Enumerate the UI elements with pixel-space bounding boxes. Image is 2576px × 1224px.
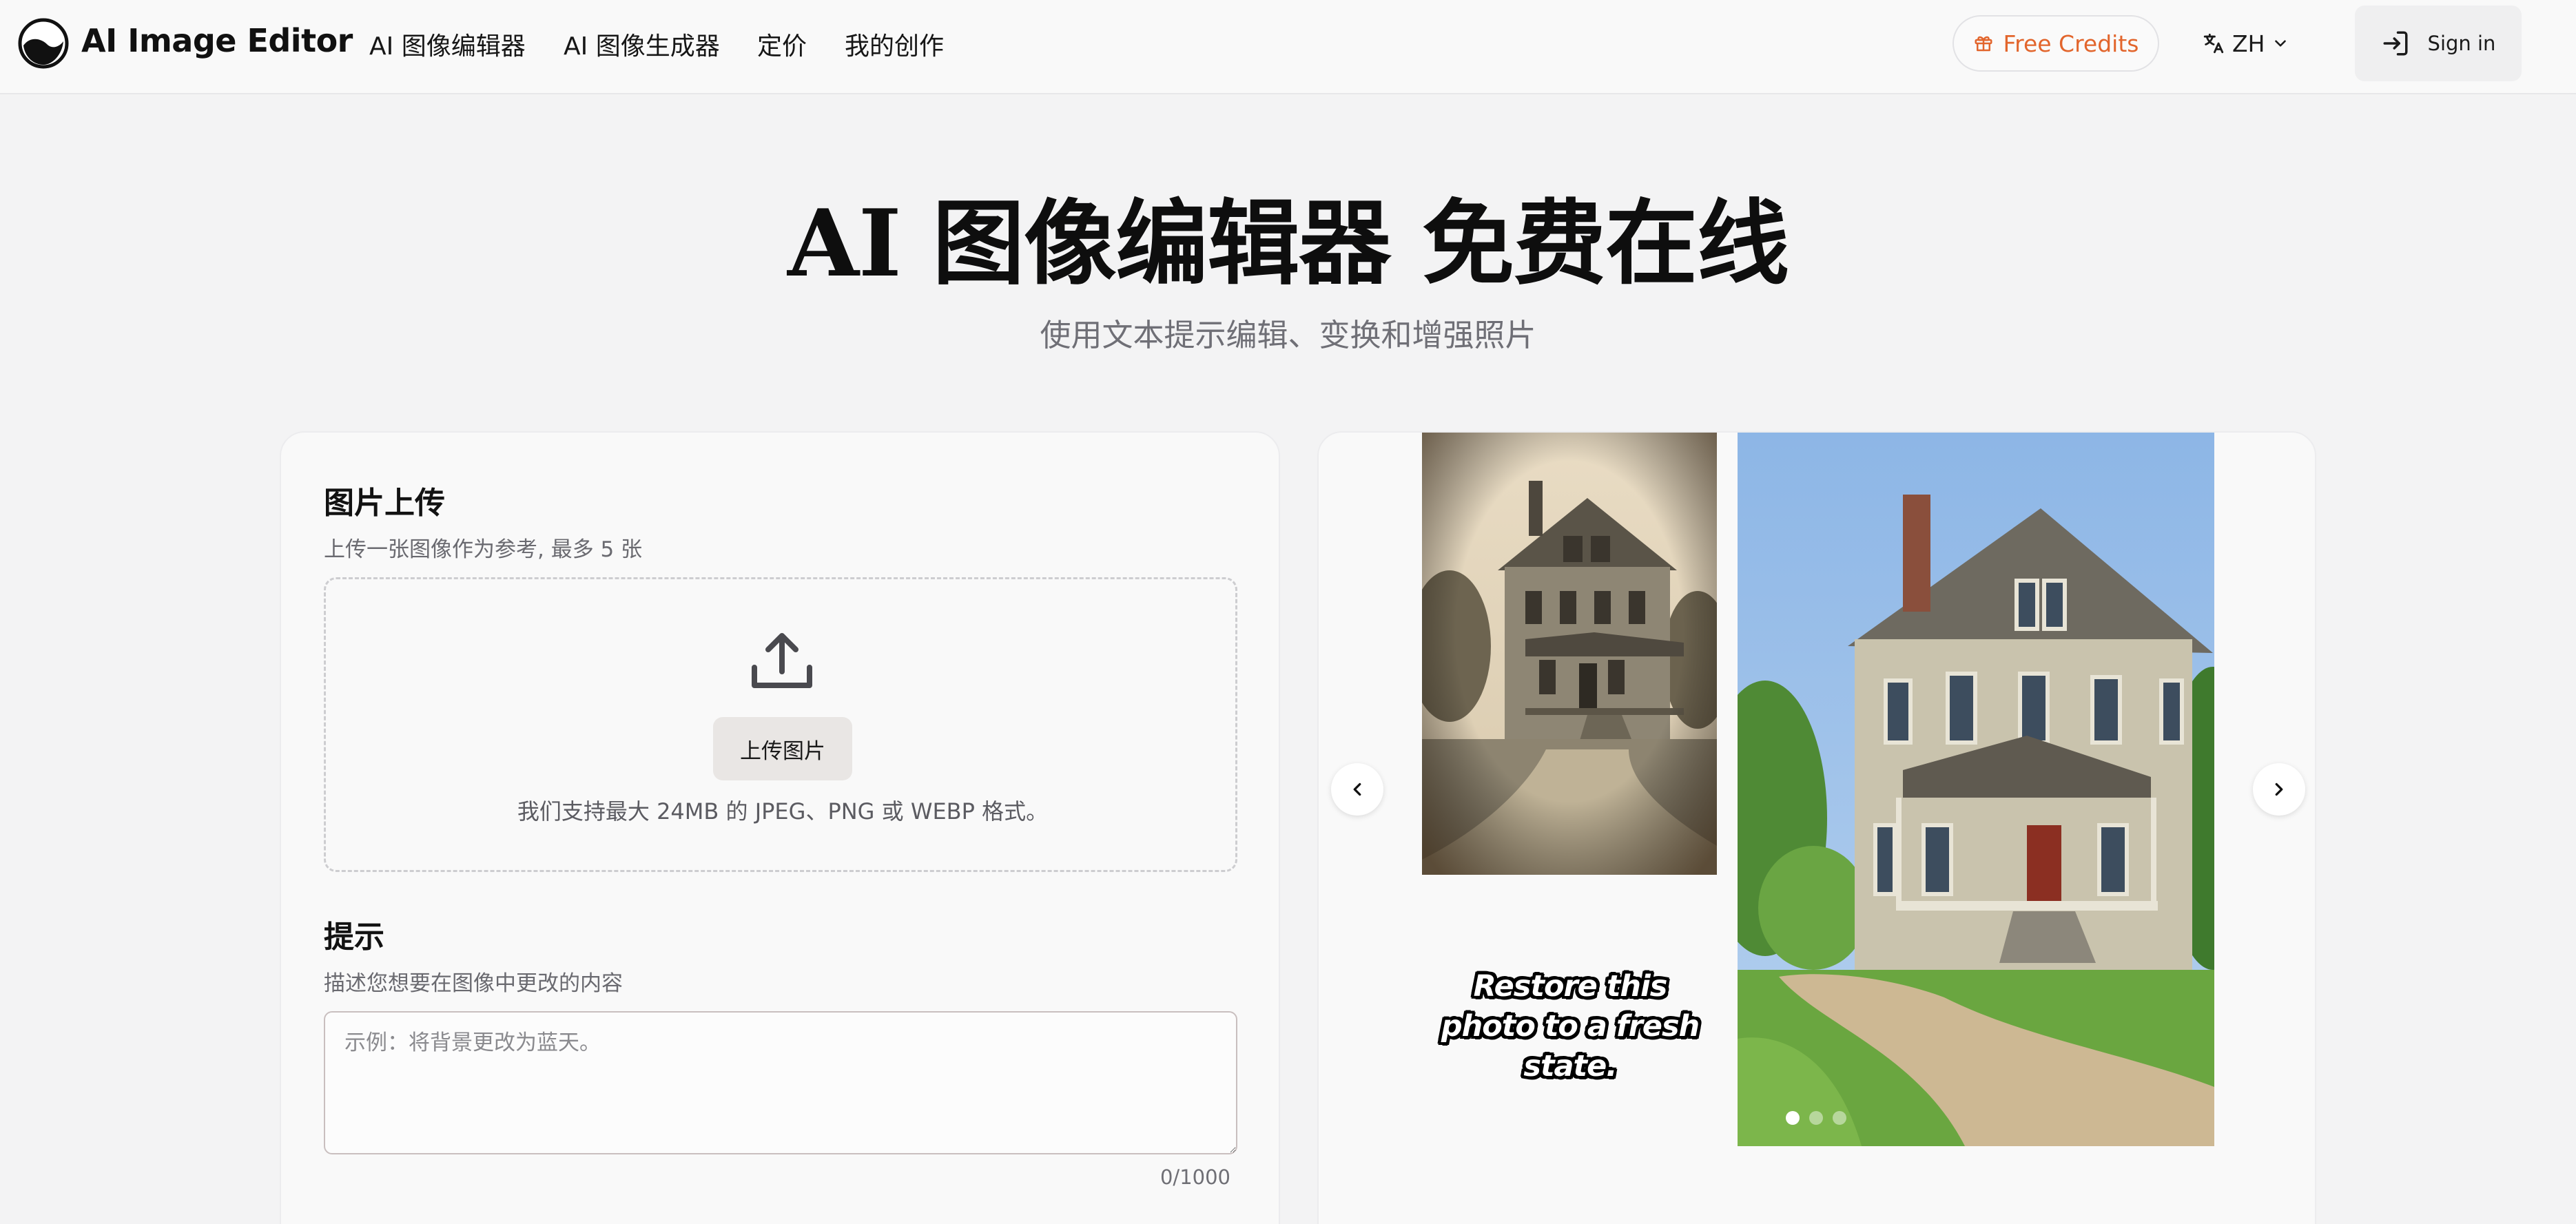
page-subtitle: 使用文本提示编辑、变换和增强照片	[1040, 317, 1536, 353]
chevron-right-icon	[2275, 782, 2283, 796]
carousel-dot-1[interactable]	[1786, 1111, 1800, 1125]
carousel-prev-button[interactable]	[1331, 763, 1383, 816]
chevron-left-icon	[1353, 782, 1361, 796]
carousel-dot-2[interactable]	[1809, 1111, 1823, 1125]
free-credits-button[interactable]: Free Credits	[1952, 15, 2159, 72]
before-photo	[1422, 433, 1717, 875]
upload-image-button[interactable]: 上传图片	[713, 717, 852, 780]
gift-icon	[1975, 36, 1992, 52]
carousel-dots	[1786, 1111, 1846, 1125]
brand-name[interactable]: AI Image Editor	[81, 22, 353, 59]
translate-icon	[2203, 33, 2224, 54]
carousel-next-button[interactable]	[2253, 763, 2305, 816]
image-dropzone[interactable]: 上传图片 我们支持最大 24MB 的 JPEG、PNG 或 WEBP 格式。	[324, 577, 1237, 872]
editor-panel: 图片上传 上传一张图像作为参考, 最多 5 张 上传图片 我们支持最大 24MB…	[280, 431, 1280, 1224]
nav-image-editor[interactable]: AI 图像编辑器	[369, 26, 526, 62]
nav-my-creations[interactable]: 我的创作	[845, 26, 944, 62]
chevron-down-icon	[2275, 40, 2287, 47]
prompt-section-title: 提示	[324, 920, 384, 955]
nav-image-generator[interactable]: AI 图像生成器	[564, 26, 720, 62]
carousel-dot-3[interactable]	[1833, 1111, 1846, 1125]
sign-in-label: Sign in	[2427, 32, 2496, 55]
page-title: AI 图像编辑器 免费在线	[787, 189, 1789, 298]
sign-in-button[interactable]: Sign in	[2355, 6, 2522, 81]
example-carousel: Restore this photo to a fresh state.	[1317, 431, 2316, 1224]
example-caption: Restore this photo to a fresh state.	[1441, 969, 1700, 1083]
language-selector[interactable]: ZH	[2202, 28, 2289, 59]
logo-icon[interactable]	[18, 18, 69, 69]
free-credits-label: Free Credits	[2003, 30, 2139, 57]
language-label: ZH	[2232, 30, 2265, 57]
prompt-section-description: 描述您想要在图像中更改的内容	[324, 971, 623, 996]
upload-icon	[752, 633, 812, 688]
prompt-character-counter: 0/1000	[1160, 1165, 1230, 1189]
upload-section-description: 上传一张图像作为参考, 最多 5 张	[324, 537, 643, 562]
prompt-input[interactable]	[324, 1011, 1237, 1154]
upload-section-title: 图片上传	[324, 486, 445, 521]
top-header: AI Image Editor AI 图像编辑器 AI 图像生成器 定价 我的创…	[0, 0, 2576, 94]
sign-in-icon	[2383, 31, 2408, 56]
upload-format-hint: 我们支持最大 24MB 的 JPEG、PNG 或 WEBP 格式。	[517, 798, 1049, 824]
nav-pricing[interactable]: 定价	[757, 26, 807, 62]
after-photo	[1738, 433, 2214, 1146]
